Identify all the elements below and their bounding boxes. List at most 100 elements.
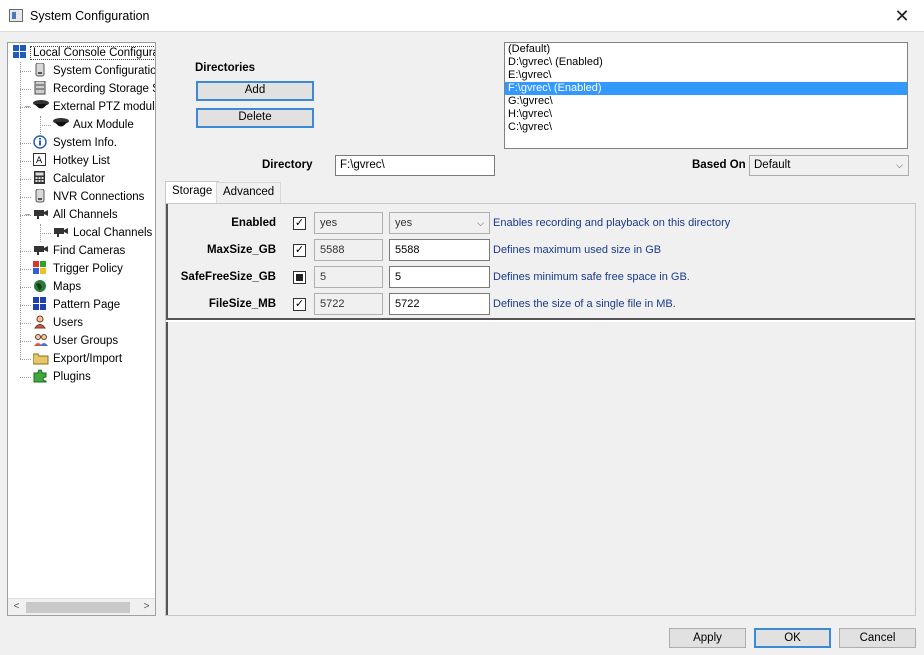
app-icon: [9, 9, 23, 22]
tree-item-label: Plugins: [53, 371, 91, 383]
tree-item-system-info[interactable]: System Info.: [33, 134, 119, 152]
windows-grid-icon: [13, 44, 27, 59]
tree-item-aux-module[interactable]: Aux Module: [53, 116, 136, 134]
tree-item-label: NVR Connections: [53, 191, 145, 203]
tab-storage[interactable]: Storage: [165, 181, 220, 204]
tree-item-export-import[interactable]: Export/Import: [32, 350, 124, 368]
tree-item-users[interactable]: Users: [33, 314, 85, 332]
tree-item-label: External PTZ module: [53, 101, 156, 113]
tree-connector: [20, 143, 31, 144]
directory-list-item[interactable]: H:\gvrec\: [505, 108, 907, 121]
tree-item-hotkey-list[interactable]: A Hotkey List: [33, 152, 112, 170]
tree-item-label: Hotkey List: [53, 155, 110, 167]
directory-list-item[interactable]: G:\gvrec\: [505, 95, 907, 108]
tree-item-label: Calculator: [53, 173, 105, 185]
setting-input-filesize-mb[interactable]: 5722: [389, 293, 490, 315]
setting-checkbox-maxsize-gb[interactable]: ✓: [293, 244, 306, 257]
tree-connector: [40, 116, 41, 134]
tree-item-label: Pattern Page: [53, 299, 121, 311]
tree-connector: [20, 269, 31, 270]
tree-item-recording-storage-se[interactable]: Recording Storage Se: [33, 80, 156, 98]
directory-field[interactable]: F:\gvrec\: [335, 155, 495, 176]
directory-list[interactable]: (Default) D:\gvrec\ (Enabled) E:\gvrec\ F:\…: [504, 42, 908, 149]
scroll-right-icon[interactable]: >: [138, 599, 155, 615]
tree-connector: [20, 359, 31, 360]
directories-label: Directories: [195, 62, 256, 74]
tree-item-local-console-configurati[interactable]: Local Console Configurati: [13, 44, 155, 62]
inherited-value-maxsize-gb: 5588: [314, 239, 383, 261]
collapse-icon[interactable]: –: [23, 210, 32, 219]
setting-description-maxsize-gb: Defines maximum used size in GB: [493, 244, 662, 256]
tree-item-calculator[interactable]: Calculator: [33, 170, 107, 188]
tree-item-all-channels[interactable]: All Channels: [33, 206, 120, 224]
empty-panel-area: [166, 322, 915, 615]
tree-connector: [40, 224, 41, 242]
directory-list-item[interactable]: C:\gvrec\: [505, 121, 907, 134]
tree-item-label: Aux Module: [73, 119, 134, 131]
tree-item-nvr-connections[interactable]: NVR Connections: [33, 188, 146, 206]
tree-connector: [20, 62, 21, 359]
dialog-button-bar: Apply OK Cancel: [0, 616, 924, 655]
scroll-left-icon[interactable]: <: [8, 599, 25, 615]
settings-grid: Enabled ✓ yes yes ⌵ Enables recording and pla…: [166, 204, 915, 320]
close-icon[interactable]: ✕: [890, 4, 914, 28]
tree-connector: [20, 161, 31, 162]
config-tree[interactable]: < > Local Console Configurati System Conf…: [7, 42, 156, 616]
directory-list-item[interactable]: F:\gvrec\ (Enabled): [505, 82, 907, 95]
camera-icon: [33, 207, 48, 221]
info-icon: [33, 135, 47, 149]
scrollbar-thumb[interactable]: [26, 602, 130, 613]
trigger-icon: [33, 260, 47, 275]
add-directory-button[interactable]: Add: [196, 81, 314, 101]
drive-icon: [33, 62, 47, 77]
setting-checkbox-filesize-mb[interactable]: ✓: [293, 298, 306, 311]
storage-icon: [33, 80, 47, 95]
delete-directory-button[interactable]: Delete: [196, 108, 314, 128]
user-icon: [33, 315, 47, 329]
setting-label-filesize-mb: FileSize_MB: [208, 298, 276, 310]
tab-advanced[interactable]: Advanced: [216, 182, 282, 203]
tree-item-trigger-policy[interactable]: Trigger Policy: [33, 260, 125, 278]
tree-item-maps[interactable]: Maps: [33, 278, 83, 296]
puzzle-icon: [33, 369, 47, 383]
tree-connector: [20, 71, 31, 72]
tree-item-local-channels[interactable]: Local Channels: [53, 224, 154, 242]
collapse-icon[interactable]: –: [23, 102, 32, 111]
apply-button[interactable]: Apply: [669, 628, 746, 648]
tree-item-user-groups[interactable]: User Groups: [33, 332, 120, 350]
hotkey-icon: A: [33, 152, 47, 167]
setting-input-safefreesize-gb[interactable]: 5: [389, 266, 490, 288]
based-on-label: Based On: [692, 159, 746, 171]
tree-item-label: Local Channels: [73, 227, 153, 239]
tree-item-label: Maps: [53, 281, 82, 293]
based-on-select[interactable]: Default ⌵: [749, 155, 909, 176]
pattern-grid-icon: [33, 296, 47, 311]
window-title: System Configuration: [30, 9, 150, 23]
setting-select-enabled[interactable]: yes ⌵: [389, 212, 490, 234]
tree-item-find-cameras[interactable]: Find Cameras: [33, 242, 127, 260]
tree-item-pattern-page[interactable]: Pattern Page: [33, 296, 122, 314]
setting-checkbox-safefreesize-gb[interactable]: [293, 271, 306, 284]
setting-description-filesize-mb: Defines the size of a single file in MB.: [493, 298, 676, 310]
setting-select-value: yes: [395, 217, 413, 229]
directory-list-item[interactable]: E:\gvrec\: [505, 69, 907, 82]
cancel-button[interactable]: Cancel: [839, 628, 916, 648]
ok-button[interactable]: OK: [754, 628, 831, 648]
inherited-value-safefreesize-gb: 5: [314, 266, 383, 288]
setting-checkbox-enabled[interactable]: ✓: [293, 217, 306, 230]
tree-item-external-ptz-module[interactable]: External PTZ module: [33, 98, 156, 116]
directory-list-item[interactable]: (Default): [505, 43, 907, 56]
title-bar: System Configuration ✕: [0, 0, 924, 32]
directory-list-item[interactable]: D:\gvrec\ (Enabled): [505, 56, 907, 69]
tree-item-system-configuration[interactable]: System Configuration: [33, 62, 155, 80]
setting-input-maxsize-gb[interactable]: 5588: [389, 239, 490, 261]
tree-connector: [20, 197, 31, 198]
tree-item-label: Recording Storage Se: [53, 83, 156, 95]
tree-item-plugins[interactable]: Plugins: [33, 368, 93, 386]
inherited-value-filesize-mb: 5722: [314, 293, 383, 315]
dome-camera-icon: [53, 117, 69, 131]
tree-horizontal-scrollbar[interactable]: < >: [8, 598, 155, 615]
tree-item-label: Trigger Policy: [53, 263, 123, 275]
calculator-icon: [33, 170, 47, 185]
chevron-down-icon: ⌵: [896, 160, 903, 170]
